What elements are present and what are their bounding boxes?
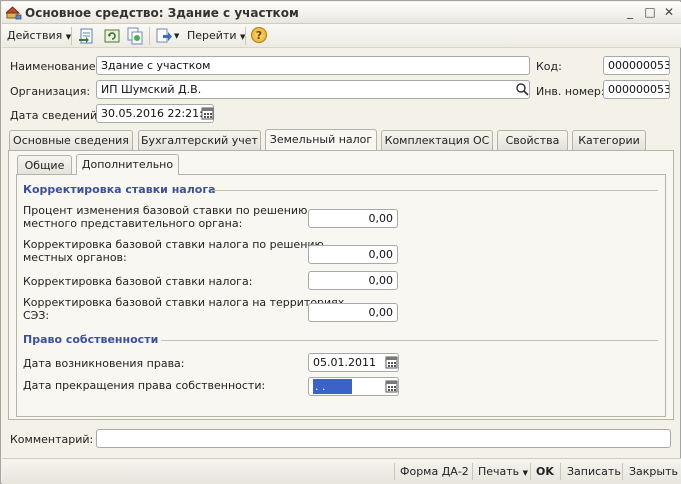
maximize-icon: □ [644, 5, 656, 19]
subtab-general[interactable]: Общие [17, 155, 72, 175]
comment-label: Комментарий: [10, 433, 94, 446]
toolbar-separator [245, 27, 246, 45]
tab-categories[interactable]: Категории [572, 130, 646, 150]
tax-row-1-label: Процент изменения базовой ставки по реше… [23, 204, 307, 230]
status-bar: Форма ДА-2 Печать ▼ OK Записать Закрыть [2, 458, 681, 484]
copy-document-icon[interactable] [126, 27, 144, 45]
close-icon: ✕ [663, 5, 675, 19]
move-to-folder-icon[interactable] [78, 27, 96, 45]
goto-menu[interactable]: Перейти ▼ [187, 29, 245, 42]
name-label: Наименование: [10, 60, 100, 73]
tax-row-1-line1: Процент изменения базовой ставки по реше… [23, 204, 308, 217]
tab-label: Комплектация ОС [384, 134, 490, 147]
code-input[interactable]: 000000053 [603, 56, 670, 75]
window-title: Основное средство: Здание с участком [25, 6, 299, 20]
inventory-number-label: Инв. номер: [536, 85, 605, 98]
window: Основное средство: Здание с участком _ □… [0, 0, 681, 484]
tax-row-4-line1: Корректировка базовой ставки налога на т… [23, 296, 345, 309]
dropdown-arrow-icon: ▼ [522, 469, 529, 477]
tax-row-4-label: Корректировка базовой ставки налога на т… [23, 296, 344, 322]
ok-button[interactable]: OK [536, 465, 554, 478]
tab-label: Общие [24, 159, 65, 172]
search-icon[interactable] [515, 82, 529, 97]
dropdown-arrow-icon[interactable]: ▼ [174, 32, 179, 40]
tax-row-2-label: Корректировка базовой ставки налога по р… [23, 238, 324, 264]
group-divider [161, 340, 658, 341]
right-start-date-value: 05.01.2011 [313, 356, 376, 369]
tab-label: Свойства [505, 134, 560, 147]
tab-label: Основные сведения [13, 134, 129, 147]
save-button[interactable]: Записать [567, 465, 621, 478]
base-rate-change-percent-input[interactable]: 0,00 [308, 209, 398, 228]
actions-label: Действия [7, 29, 63, 42]
minimize-button[interactable]: _ [620, 4, 640, 21]
tax-row-2-line2: местных органов: [23, 251, 127, 264]
print-menu[interactable]: Печать ▼ [478, 465, 528, 478]
minimize-icon: _ [627, 5, 633, 19]
right-end-date-value: . . [313, 379, 352, 394]
organization-value: ИП Шумский Д.В. [101, 83, 202, 96]
comment-input[interactable] [96, 429, 671, 448]
info-date-label: Дата сведений: [10, 109, 101, 122]
tab-label: Бухгалтерский учет [141, 134, 258, 147]
info-date-input[interactable]: 30.05.2016 22:21:54 [96, 104, 214, 123]
tax-row-1-line2: местного представительного органа: [23, 217, 243, 230]
tax-row-3-label: Корректировка базовой ставки налога: [23, 275, 253, 288]
calendar-icon[interactable] [384, 354, 399, 371]
local-rate-correction-input[interactable]: 0,00 [308, 245, 398, 264]
tax-row-4-line2: СЭЗ: [23, 309, 50, 322]
calendar-icon[interactable] [384, 378, 399, 395]
tab-properties[interactable]: Свойства [497, 130, 568, 150]
ownership-group-title: Право собственности [23, 333, 159, 346]
print-label: Печать [478, 465, 520, 478]
statusbar-separator [394, 463, 395, 480]
statusbar-separator [560, 463, 561, 480]
toolbar-separator [149, 27, 150, 45]
organization-label: Организация: [10, 85, 91, 98]
subtab-additional[interactable]: Дополнительно [76, 154, 179, 175]
close-button[interactable]: Закрыть [629, 465, 678, 478]
code-label: Код: [536, 60, 562, 73]
group-divider [211, 190, 658, 191]
tab-main-info[interactable]: Основные сведения [9, 130, 133, 150]
name-input[interactable]: Здание с участком [96, 56, 530, 75]
right-end-date-label: Дата прекращения права собственности: [23, 379, 266, 392]
tab-accounting[interactable]: Бухгалтерский учет [138, 130, 261, 150]
tab-label: Дополнительно [81, 158, 174, 171]
organization-input[interactable]: ИП Шумский Д.В. [96, 80, 530, 99]
toolbar: Действия ▼ ▼ Перейти ▼ ? [2, 24, 681, 48]
base-rate-correction-input[interactable]: 0,00 [308, 271, 398, 290]
inventory-number-input[interactable]: 000000053 [603, 80, 670, 99]
info-date-value: 30.05.2016 22:21:54 [101, 107, 214, 120]
refresh-icon[interactable] [103, 27, 121, 45]
calendar-icon[interactable] [200, 105, 215, 122]
title-bar: Основное средство: Здание с участком _ □… [2, 2, 681, 24]
close-window-button[interactable]: ✕ [659, 4, 679, 21]
help-icon: ? [255, 29, 263, 42]
actions-menu[interactable]: Действия ▼ [7, 29, 71, 42]
tax-correction-group-title: Корректировка ставки налога [23, 183, 216, 196]
tax-row-2-line1: Корректировка базовой ставки налога по р… [23, 238, 324, 251]
help-button[interactable]: ? [251, 27, 267, 43]
statusbar-separator [622, 463, 623, 480]
maximize-button[interactable]: □ [640, 4, 660, 21]
building-icon [6, 6, 22, 20]
toolbar-separator [71, 27, 72, 45]
post-document-icon[interactable] [155, 27, 173, 45]
tab-asset-set[interactable]: Комплектация ОС [381, 130, 493, 150]
statusbar-separator [472, 463, 473, 480]
form-da2-button[interactable]: Форма ДА-2 [400, 465, 469, 478]
sez-rate-correction-input[interactable]: 0,00 [308, 303, 398, 322]
right-start-date-label: Дата возникновения права: [23, 357, 185, 370]
tab-land-tax[interactable]: Земельный налог [265, 129, 377, 150]
statusbar-separator [530, 463, 531, 480]
tab-label: Земельный налог [269, 133, 373, 146]
tab-label: Категории [578, 134, 640, 147]
goto-label: Перейти [187, 29, 237, 42]
